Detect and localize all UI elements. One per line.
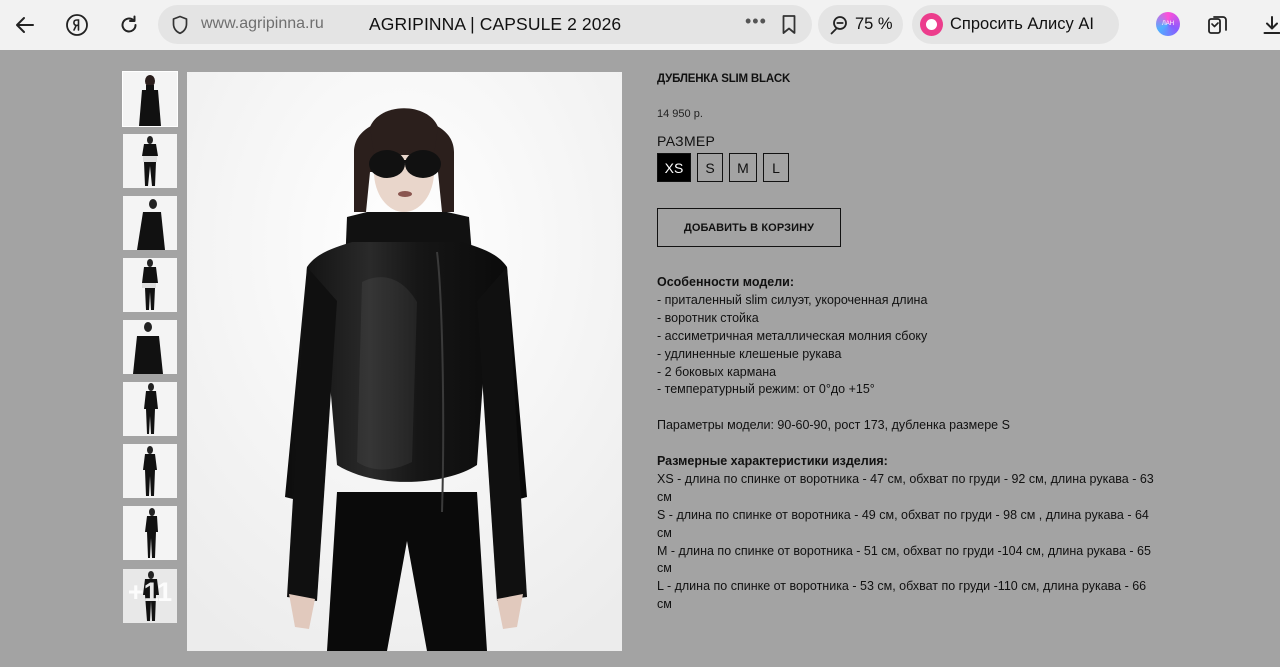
thumbnail[interactable] xyxy=(122,71,178,127)
model-params: Параметры модели: 90-60-90, рост 173, ду… xyxy=(657,418,1010,432)
profile-avatar[interactable]: ЛАН xyxy=(1156,12,1180,36)
reload-button[interactable] xyxy=(111,7,147,43)
product-price: 14 950 р. xyxy=(657,108,703,120)
size-characteristics-title: Размерные характеристики изделия: xyxy=(657,454,888,468)
size-option-m[interactable]: M xyxy=(729,153,757,182)
size-option-l[interactable]: L xyxy=(763,153,789,182)
download-icon xyxy=(1263,16,1280,34)
back-button[interactable] xyxy=(7,7,43,43)
features-title: Особенности модели: xyxy=(657,275,795,289)
browser-toolbar: www.agripinna.ru AGRIPINNA | CAPSULE 2 2… xyxy=(0,0,1280,50)
product-thumbnail-image xyxy=(123,72,177,126)
more-thumbnails-button[interactable]: +11 xyxy=(123,569,177,623)
page-title: AGRIPINNA | CAPSULE 2 2026 xyxy=(369,14,622,34)
size-characteristic-item: XS - длина по спинке от воротника - 47 с… xyxy=(657,471,1154,504)
size-characteristic-item: M - длина по спинке от воротника - 51 см… xyxy=(657,543,1151,576)
feature-item: - температурный режим: от 0°до +15° xyxy=(657,382,875,397)
zoom-out-icon xyxy=(830,16,847,35)
thumbnail[interactable] xyxy=(123,320,177,374)
downloads-button[interactable] xyxy=(1254,7,1280,43)
feature-item: - удлиненные клешеные рукава xyxy=(657,346,842,361)
size-characteristics-section: Размерные характеристики изделия: XS - д… xyxy=(657,453,1157,614)
size-characteristic-item: S - длина по спинке от воротника - 49 см… xyxy=(657,507,1149,540)
product-thumbnail-image xyxy=(123,444,177,498)
collections-button[interactable] xyxy=(1200,7,1236,43)
arrow-left-icon xyxy=(16,17,34,33)
shield-icon xyxy=(172,15,188,35)
feature-item: - ассиметричная металлическая молния сбо… xyxy=(657,328,928,343)
size-option-s[interactable]: S xyxy=(697,153,723,182)
size-label: РАЗМЕР xyxy=(657,133,716,149)
product-name: ДУБЛЕНКА SLIM BLACK xyxy=(657,73,791,85)
yandex-button[interactable] xyxy=(59,7,95,43)
feature-item: - приталенный slim силуэт, укороченная д… xyxy=(657,292,928,307)
zoom-indicator[interactable]: 75 % xyxy=(818,5,903,44)
address-bar[interactable]: www.agripinna.ru AGRIPINNA | CAPSULE 2 2… xyxy=(158,5,812,44)
alice-icon xyxy=(920,13,943,36)
thumbnail[interactable] xyxy=(123,382,177,436)
more-icon[interactable]: ••• xyxy=(745,11,767,32)
product-thumbnail-image xyxy=(123,258,177,312)
features-section: Особенности модели: - приталенный slim с… xyxy=(657,274,1157,399)
bookmark-icon[interactable] xyxy=(780,14,798,35)
avatar-text: ЛАН xyxy=(1161,21,1175,27)
thumbnail[interactable] xyxy=(123,134,177,188)
size-characteristic-item: L - длина по спинке от воротника - 53 см… xyxy=(657,579,1147,612)
thumbnail[interactable] xyxy=(123,258,177,312)
size-option-xs[interactable]: XS xyxy=(657,153,691,182)
model-photo xyxy=(187,72,622,651)
collections-icon xyxy=(1208,16,1227,34)
zoom-value: 75 % xyxy=(855,15,893,33)
yandex-logo-icon xyxy=(66,14,88,36)
url-domain: www.agripinna.ru xyxy=(201,15,324,32)
more-count-label: +11 xyxy=(127,577,173,607)
feature-item: - 2 боковых кармана xyxy=(657,364,777,379)
product-thumbnail-image xyxy=(123,320,177,374)
product-thumbnail-image xyxy=(123,506,177,560)
main-product-image[interactable] xyxy=(187,72,622,651)
thumbnail[interactable] xyxy=(123,196,177,250)
reload-icon xyxy=(121,15,137,33)
add-to-cart-button[interactable]: ДОБАВИТЬ В КОРЗИНУ xyxy=(657,208,841,247)
product-thumbnail-image xyxy=(123,196,177,250)
alice-label: Спросить Алису AI xyxy=(950,15,1094,33)
product-thumbnail-image xyxy=(123,382,177,436)
feature-item: - воротник стойка xyxy=(657,310,759,325)
ask-alice-button[interactable]: Спросить Алису AI xyxy=(912,5,1119,44)
product-thumbnail-image xyxy=(123,134,177,188)
thumbnail[interactable] xyxy=(123,444,177,498)
thumbnail[interactable] xyxy=(123,506,177,560)
